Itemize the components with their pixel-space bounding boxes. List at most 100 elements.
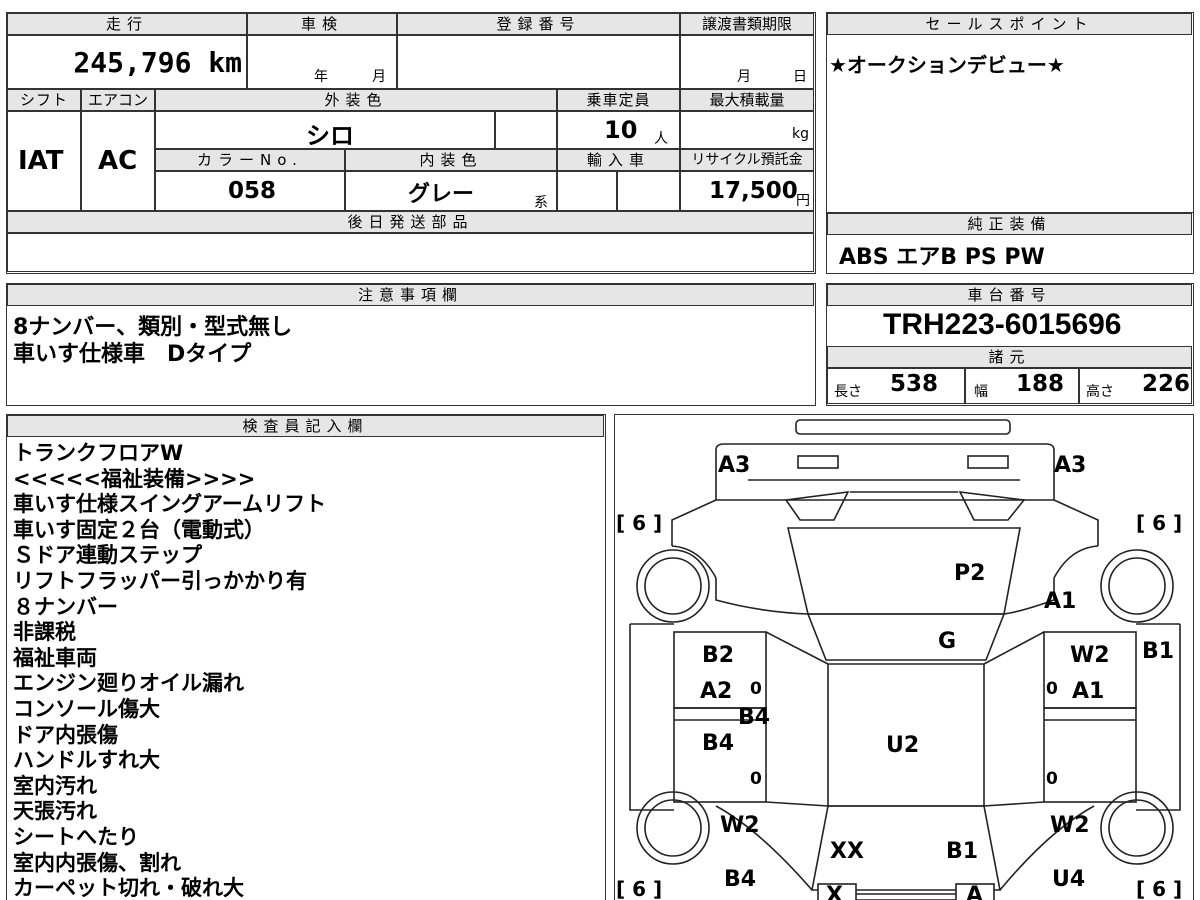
damage-mark: B2 [702, 643, 734, 668]
inspector-notes: トランクフロアW <<<<<福祉装備>>>> 車いす仕様スイングアームリフト 車… [13, 441, 326, 900]
tire-label: [ 6 ] [616, 511, 662, 535]
damage-mark: G [938, 629, 956, 654]
damage-mark: A3 [1054, 453, 1086, 478]
capacity-cell: 10 人 [557, 111, 680, 149]
exterior-header: 外装色 [155, 89, 557, 111]
shift-cell: IAT [7, 111, 81, 211]
zero-mark: 0 [750, 679, 762, 699]
shift-value: IAT [18, 146, 64, 176]
note-line: Ｓドア連動ステップ [13, 543, 202, 568]
import-cell-a [557, 171, 617, 211]
chassis-header: 車台番号 [827, 284, 1192, 306]
capacity-unit: 人 [654, 131, 668, 147]
exterior-color-cell: シロ [155, 111, 495, 150]
interior-header: 内装色 [345, 149, 557, 171]
damage-mark: XX [830, 839, 864, 864]
import-header: 輸入車 [557, 149, 680, 171]
note-line: ドア内張傷 [13, 722, 118, 747]
equipment-header: 純正装備 [827, 213, 1192, 235]
inspection-header: 車検 [247, 13, 397, 35]
note-line: シートへたり [13, 824, 139, 849]
recycle-header: リサイクル預託金 [680, 149, 814, 171]
inspector-box: 検査員記入欄 トランクフロアW <<<<<福祉装備>>>> 車いす仕様スイングア… [6, 414, 606, 900]
note-line: コンソール傷大 [13, 696, 160, 721]
width-cell: 幅 188 [965, 368, 1079, 404]
damage-mark: A2 [700, 679, 732, 704]
chassis-number: TRH223-6015696 [883, 308, 1122, 341]
length-cell: 長さ 538 [827, 368, 965, 404]
damage-mark: W2 [1070, 643, 1110, 668]
zero-mark: 0 [1046, 679, 1058, 699]
load-cell: kg [680, 111, 814, 149]
damage-mark: B4 [724, 867, 756, 892]
aircon-cell: AC [81, 111, 155, 211]
note-line: ８ナンバー [13, 594, 118, 619]
interior-cell: グレー 系 [345, 171, 557, 211]
damage-mark: B4 [702, 731, 734, 756]
length-value: 538 [890, 371, 939, 397]
sales-point-header: セールスポイント [827, 13, 1192, 35]
capacity-value: 10 [604, 116, 638, 144]
registration-cell [397, 35, 680, 89]
inspection-cell: 年 月 [247, 35, 397, 89]
caution-text: 8ナンバー、類別・型式無し 車いす仕様車 Dタイプ [13, 314, 292, 368]
later-parts-cell [7, 233, 814, 272]
exterior-extra-cell [495, 111, 557, 149]
car-diagram: A3 A3 P2 A1 G B1 B2 W2 A2 A1 B4 B4 U2 W2… [616, 418, 1182, 900]
inspection-year: 年 [314, 69, 328, 85]
color-no-value: 058 [228, 178, 277, 204]
note-line: トランクフロアW [13, 441, 184, 465]
aircon-value: AC [98, 146, 138, 176]
note-line: 非課税 [13, 620, 76, 645]
note-line: 福祉車両 [13, 645, 97, 670]
tire-label: [ 6 ] [1136, 877, 1182, 900]
color-no-cell: 058 [155, 171, 345, 211]
note-line: 車いす固定２台（電動式） [13, 517, 265, 542]
note-line: カーペット切れ・破れ大 [13, 876, 244, 900]
damage-mark: A1 [1072, 679, 1104, 704]
damage-mark: A3 [718, 453, 750, 478]
equipment-text: ABS エアB PS PW [839, 245, 1045, 270]
aircon-header: エアコン [81, 89, 155, 111]
load-header: 最大積載量 [680, 89, 814, 111]
vehicle-info-table: 走行 車検 登録番号 譲渡書類期限 245,796 km 年 月 月 日 シフト… [6, 12, 816, 274]
width-label: 幅 [974, 384, 988, 400]
interior-color-value: グレー [408, 182, 475, 207]
tire-label: [ 6 ] [1136, 511, 1182, 535]
damage-mark: U2 [886, 733, 919, 758]
load-unit: kg [792, 126, 809, 142]
note-line: エンジン廻りオイル漏れ [13, 671, 244, 696]
note-line: 室内内張傷、割れ [13, 850, 181, 875]
caution-box: 注意事項欄 8ナンバー、類別・型式無し 車いす仕様車 Dタイプ [6, 283, 816, 406]
damage-mark: U4 [1052, 867, 1085, 892]
zero-mark: 0 [750, 769, 762, 789]
specs-header: 諸元 [827, 346, 1192, 368]
caution-header: 注意事項欄 [7, 284, 814, 306]
height-value: 226 [1142, 371, 1191, 397]
sales-point-box: セールスポイント ★オークションデビュー★ [826, 12, 1194, 214]
damage-mark: W2 [1050, 813, 1090, 838]
equipment-box: 純正装備 ABS エアB PS PW [826, 212, 1194, 274]
length-label: 長さ [834, 384, 862, 400]
import-cell-b [617, 171, 680, 211]
damage-mark: B1 [1142, 639, 1174, 664]
note-line: 車いす仕様スイングアームリフト [13, 492, 327, 517]
mileage-value: 245,796 km [73, 46, 242, 79]
car-diagram-box: A3 A3 P2 A1 G B1 B2 W2 A2 A1 B4 B4 U2 W2… [614, 414, 1194, 900]
inspector-header: 検査員記入欄 [7, 415, 604, 437]
deadline-month: 月 [737, 69, 751, 85]
sales-point-text: ★オークションデビュー★ [829, 53, 1065, 77]
note-line: 室内汚れ [13, 773, 97, 798]
deadline-cell: 月 日 [680, 35, 814, 89]
deadline-header: 譲渡書類期限 [680, 13, 814, 35]
tire-label: [ 6 ] [616, 877, 662, 900]
mileage-cell: 245,796 km [7, 35, 247, 89]
damage-mark: A1 [1044, 589, 1076, 614]
caution-line: 8ナンバー、類別・型式無し [13, 315, 293, 340]
chassis-box: 車台番号 TRH223-6015696 諸元 長さ 538 幅 188 高さ 2… [826, 283, 1194, 406]
capacity-header: 乗車定員 [557, 89, 680, 111]
note-line: 天張汚れ [13, 799, 97, 824]
note-line: ハンドルすれ大 [13, 748, 160, 773]
caution-line: 車いす仕様車 Dタイプ [13, 342, 252, 367]
damage-mark: B1 [946, 839, 978, 864]
